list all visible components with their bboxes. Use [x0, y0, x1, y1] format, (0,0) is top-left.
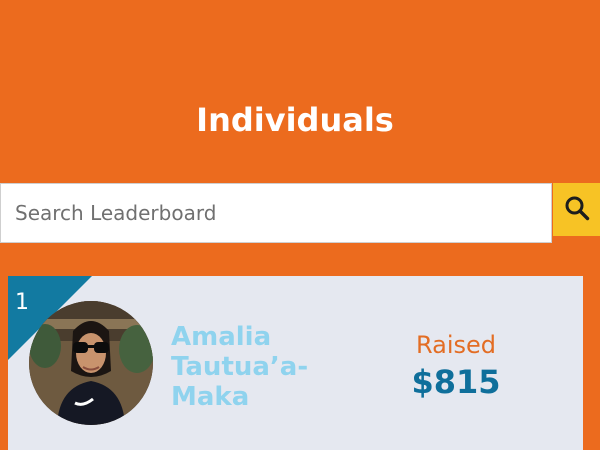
participant-name[interactable]: Amalia Tautua’a-Maka — [171, 322, 341, 412]
page-title: Individuals — [196, 101, 394, 139]
raised-label: Raised — [415, 331, 497, 359]
search-bar — [0, 183, 600, 243]
avatar — [29, 301, 153, 425]
search-input[interactable] — [0, 183, 552, 243]
raised-amount: $815 — [411, 363, 501, 401]
search-icon — [564, 195, 590, 224]
search-button[interactable] — [553, 183, 600, 236]
leaderboard-entry[interactable]: 1 Amalia Tautua’a-Maka Raised $815 — [8, 276, 583, 450]
rank-number: 1 — [15, 290, 29, 315]
